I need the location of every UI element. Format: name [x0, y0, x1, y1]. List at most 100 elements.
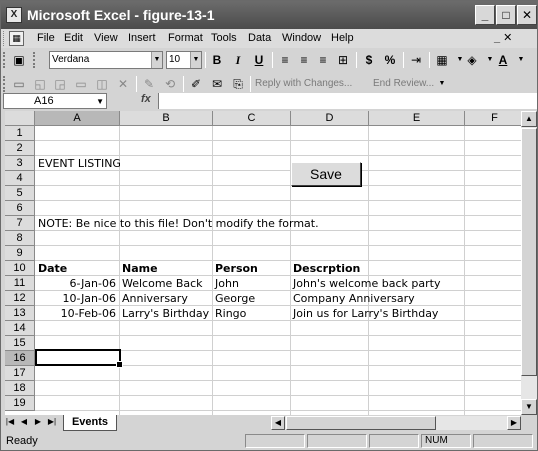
scroll-down-icon[interactable]: ▼: [521, 399, 537, 415]
menu-window[interactable]: Window: [282, 32, 321, 44]
reply-with-changes-button[interactable]: Reply with Changes...: [255, 78, 352, 89]
row-header[interactable]: 3: [5, 156, 35, 171]
formula-input[interactable]: [158, 93, 537, 109]
cell-person[interactable]: John: [213, 276, 239, 291]
cell-person[interactable]: George: [213, 291, 255, 306]
header-name[interactable]: Name: [120, 261, 158, 276]
title-bar[interactable]: X Microsoft Excel - figure-13-1 _ □ ✕: [1, 1, 537, 29]
previous-comment-icon[interactable]: ◱: [31, 75, 49, 93]
menu-file[interactable]: File: [37, 32, 55, 44]
workbook-icon[interactable]: ▦: [9, 31, 24, 46]
toolbar-grip[interactable]: [33, 52, 37, 68]
header-description[interactable]: Descrption: [291, 261, 360, 276]
chevron-down-icon[interactable]: ▼: [190, 52, 201, 68]
vertical-scroll-thumb[interactable]: [521, 128, 537, 376]
cell-a7-note[interactable]: NOTE: Be nice to this file! Don't modify…: [36, 216, 319, 231]
cell-person[interactable]: Ringo: [213, 306, 246, 321]
column-header-d[interactable]: D: [291, 111, 369, 126]
ink-annotation-icon[interactable]: ✐: [187, 75, 205, 93]
maximize-button[interactable]: □: [496, 5, 516, 25]
font-name-combo[interactable]: Verdana ▼: [49, 51, 163, 69]
close-button[interactable]: ✕: [517, 5, 537, 25]
save-button[interactable]: Save: [291, 162, 361, 186]
scroll-right-icon[interactable]: ▶: [507, 416, 521, 430]
menu-tools[interactable]: Tools: [211, 32, 237, 44]
toolbar-grip[interactable]: [3, 76, 7, 92]
menu-view[interactable]: View: [94, 32, 118, 44]
row-header[interactable]: 4: [5, 171, 35, 186]
bold-button[interactable]: B: [208, 51, 226, 69]
column-header-a[interactable]: A: [35, 111, 120, 126]
horizontal-scroll-thumb[interactable]: [286, 416, 436, 430]
cell-name[interactable]: Anniversary: [120, 291, 188, 306]
menu-edit[interactable]: Edit: [64, 32, 83, 44]
underline-button[interactable]: U: [250, 51, 268, 69]
row-header[interactable]: 9: [5, 246, 35, 261]
percent-button[interactable]: %: [381, 51, 399, 69]
column-header-b[interactable]: B: [120, 111, 213, 126]
font-size-combo[interactable]: 10 ▼: [166, 51, 202, 69]
borders-icon[interactable]: ▦: [433, 51, 451, 69]
menu-grip[interactable]: [3, 31, 6, 46]
row-header[interactable]: 6: [5, 201, 35, 216]
row-header[interactable]: 13: [5, 306, 35, 321]
column-header-c[interactable]: C: [213, 111, 291, 126]
merge-center-icon[interactable]: ⊞: [334, 51, 352, 69]
indent-icon[interactable]: ⇥: [407, 51, 425, 69]
cell-date[interactable]: 10-Feb-06: [36, 306, 119, 321]
align-right-icon[interactable]: ≡: [314, 51, 332, 69]
select-all-corner[interactable]: [5, 111, 35, 126]
scroll-up-icon[interactable]: ▲: [521, 111, 537, 127]
row-header[interactable]: 15: [5, 336, 35, 351]
scroll-left-icon[interactable]: ◀: [271, 416, 285, 430]
show-all-comments-icon[interactable]: ◫: [93, 75, 111, 93]
cell-name[interactable]: Larry's Birthday: [120, 306, 209, 321]
new-comment-icon[interactable]: ▭: [10, 75, 28, 93]
align-left-icon[interactable]: ≡: [276, 51, 294, 69]
row-header[interactable]: 14: [5, 321, 35, 336]
row-header[interactable]: 18: [5, 381, 35, 396]
excel-app-icon[interactable]: X: [6, 7, 22, 23]
row-header[interactable]: 19: [5, 396, 35, 411]
chevron-down-icon[interactable]: ▼: [512, 51, 530, 69]
toolbar-grip[interactable]: [3, 52, 7, 68]
doc-window-controls[interactable]: _ ✕: [494, 31, 512, 44]
name-box[interactable]: A16 ▼: [3, 93, 107, 109]
header-date[interactable]: Date: [36, 261, 67, 276]
next-sheet-icon[interactable]: ▶: [32, 417, 44, 426]
row-header[interactable]: 16: [5, 351, 35, 366]
attach-icon[interactable]: ⎘: [229, 75, 247, 93]
fill-color-icon[interactable]: ◈: [463, 51, 481, 69]
toolbar-options-icon[interactable]: ▼: [437, 75, 447, 93]
end-review-button[interactable]: End Review...: [373, 78, 434, 89]
show-comment-icon[interactable]: ▭: [72, 75, 90, 93]
delete-comment-icon[interactable]: ✕: [114, 75, 132, 93]
horizontal-scrollbar[interactable]: ◀ ▶: [271, 416, 521, 430]
vertical-scrollbar[interactable]: ▲ ▼: [521, 111, 537, 415]
next-comment-icon[interactable]: ◲: [51, 75, 69, 93]
minimize-button[interactable]: _: [475, 5, 495, 25]
row-header[interactable]: 5: [5, 186, 35, 201]
cell-a3-event-listing[interactable]: EVENT LISTING: [36, 156, 121, 171]
row-header[interactable]: 7: [5, 216, 35, 231]
cell-name[interactable]: Welcome Back: [120, 276, 203, 291]
chevron-down-icon[interactable]: ▼: [96, 95, 104, 109]
menu-format[interactable]: Format: [168, 32, 203, 44]
send-mail-icon[interactable]: ✉: [208, 75, 226, 93]
worksheet-grid[interactable]: A B C D E F 1 2 3 4 5 6 7 8 9 10 11 12 1…: [5, 111, 521, 415]
last-sheet-icon[interactable]: ▶|: [46, 417, 58, 426]
cell-description[interactable]: Company Anniversary: [291, 291, 415, 306]
cell-date[interactable]: 6-Jan-06: [36, 276, 119, 291]
save-icon[interactable]: ▣: [10, 51, 28, 69]
previous-sheet-icon[interactable]: ◀: [18, 417, 30, 426]
currency-button[interactable]: $: [360, 51, 378, 69]
row-header[interactable]: 12: [5, 291, 35, 306]
sheet-tab-events[interactable]: Events: [63, 415, 117, 431]
track-changes-icon[interactable]: ✎: [140, 75, 158, 93]
first-sheet-icon[interactable]: |◀: [4, 417, 16, 426]
row-header[interactable]: 10: [5, 261, 35, 276]
row-header[interactable]: 17: [5, 366, 35, 381]
column-header-f[interactable]: F: [465, 111, 521, 126]
active-cell-a16[interactable]: [35, 349, 123, 368]
font-color-button[interactable]: A: [494, 51, 512, 69]
